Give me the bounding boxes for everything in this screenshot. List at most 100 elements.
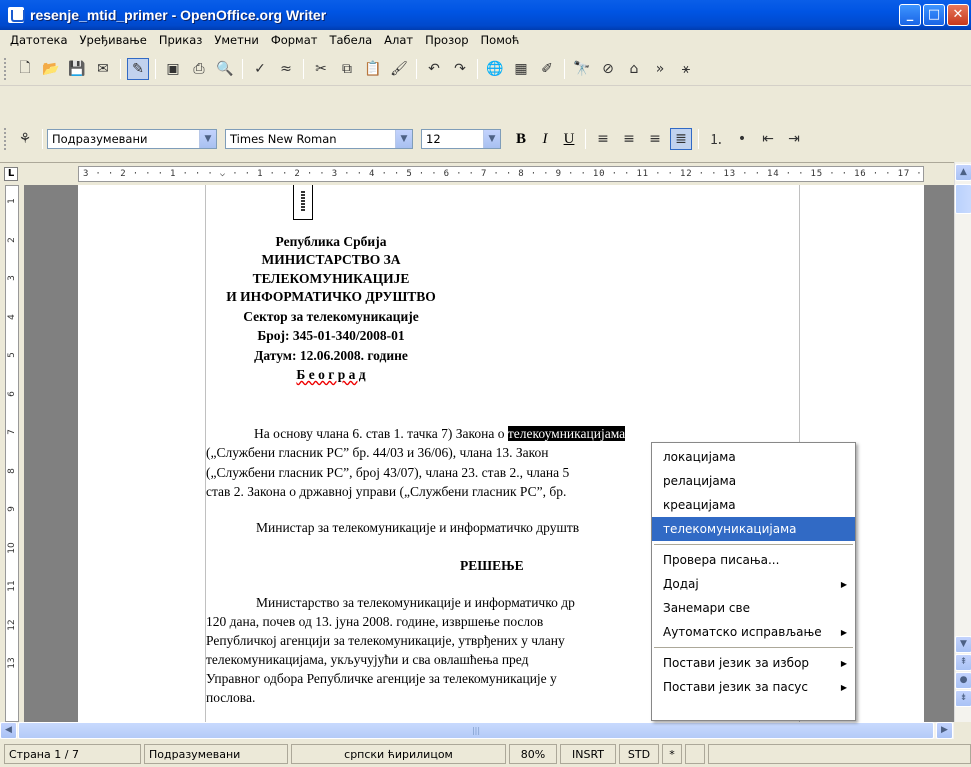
tab-stop-selector[interactable]: L — [4, 167, 18, 181]
page-style-indicator[interactable]: Подразумевани — [144, 744, 288, 764]
coat-of-arms-image[interactable] — [293, 185, 313, 220]
new-document-icon[interactable]: 🗋 — [14, 58, 36, 80]
maximize-button[interactable]: □ — [923, 4, 945, 26]
set-language-paragraph-item[interactable]: Постави језик за пасус ▶ — [652, 675, 855, 699]
font-name-select[interactable]: Times New Roman ▼ — [225, 129, 413, 149]
export-pdf-icon[interactable]: ▣ — [162, 58, 184, 80]
increase-indent-icon[interactable]: ⇥ — [783, 128, 805, 150]
digital-signature-indicator[interactable] — [685, 744, 705, 764]
paragraph-style-select[interactable]: Подразумевани ▼ — [47, 129, 217, 149]
open-folder-icon[interactable]: 📂 — [40, 58, 62, 80]
align-right-icon[interactable]: ≡ — [644, 128, 666, 150]
chevron-down-icon[interactable]: ▼ — [395, 130, 412, 148]
chevron-down-icon[interactable]: ▼ — [199, 130, 216, 148]
bold-button[interactable]: B — [509, 131, 533, 148]
cut-icon[interactable]: ✂ — [310, 58, 332, 80]
page-preview-icon[interactable]: 🔍 — [214, 58, 236, 80]
styles-formatting-icon[interactable]: ⚘ — [14, 128, 36, 150]
autocorrect-item[interactable]: Аутоматско исправљање ▶ — [652, 620, 855, 644]
print-icon[interactable]: ⎙ — [188, 58, 210, 80]
scroll-down-icon[interactable]: ▼ — [955, 636, 971, 653]
underline-button[interactable]: U — [557, 131, 581, 148]
email-icon[interactable]: ✉ — [92, 58, 114, 80]
header-line: Б е о г р а д — [296, 367, 366, 382]
edit-file-icon[interactable]: ✎ — [127, 57, 149, 80]
zoom-indicator[interactable]: 80% — [509, 744, 557, 764]
draw-functions-icon[interactable]: ✐ — [536, 58, 558, 80]
gallery-icon[interactable]: ⌂ — [623, 58, 645, 80]
chevron-down-icon[interactable]: ▼ — [483, 130, 500, 148]
vertical-scrollbar[interactable]: ▲ ▼ ⇞ ● ⇟ — [954, 162, 971, 722]
align-left-icon[interactable]: ≡ — [592, 128, 614, 150]
page-indicator[interactable]: Страна 1 / 7 — [4, 744, 141, 764]
undo-icon[interactable]: ↶ — [423, 58, 445, 80]
menu-file[interactable]: Датотека — [4, 33, 74, 47]
suggestion-item[interactable]: релацијама — [652, 469, 855, 493]
set-language-selection-item[interactable]: Постави језик за избор ▶ — [652, 651, 855, 675]
navigator-icon[interactable]: ⊘ — [597, 58, 619, 80]
menu-format[interactable]: Формат — [265, 33, 324, 47]
header-line: Датум: 12.06.2008. године — [254, 348, 408, 363]
paragraph-line: 120 дана, почев од 13. јуна 2008. године… — [206, 614, 544, 629]
find-toolbar-icon[interactable]: ⚹ — [675, 58, 697, 80]
spellcheck-icon[interactable]: ✓ — [249, 58, 271, 80]
menu-insert[interactable]: Уметни — [208, 33, 264, 47]
navigation-icon[interactable]: ● — [955, 672, 971, 689]
paragraph-line: став 2. Закона о државној управи („Служб… — [206, 484, 567, 499]
find-replace-icon[interactable]: 🔭 — [571, 58, 593, 80]
menu-view[interactable]: Приказ — [153, 33, 209, 47]
writer-app-icon[interactable] — [8, 7, 25, 23]
scroll-up-icon[interactable]: ▲ — [955, 164, 971, 181]
add-to-dictionary-item[interactable]: Додај ▶ — [652, 572, 855, 596]
language-indicator[interactable]: српски ћирилицом — [291, 744, 506, 764]
horizontal-scroll-thumb[interactable]: ||| — [18, 722, 934, 739]
toolbar-overflow-icon[interactable]: » — [649, 58, 671, 80]
menu-edit[interactable]: Уређивање — [74, 33, 153, 47]
horizontal-scrollbar[interactable]: ◀ ||| ▶ — [0, 722, 954, 739]
ignore-all-item[interactable]: Занемари све — [652, 596, 855, 620]
decrease-indent-icon[interactable]: ⇤ — [757, 128, 779, 150]
scroll-left-icon[interactable]: ◀ — [0, 722, 17, 739]
spellcheck-context-menu: локацијама релацијама креацијама телеком… — [651, 442, 856, 721]
bullets-icon[interactable]: • — [731, 128, 753, 150]
autospellcheck-icon[interactable]: ≈ — [275, 58, 297, 80]
numbering-icon[interactable]: ⒈ — [705, 128, 727, 150]
spellcheck-menu-item[interactable]: Провера писања... — [652, 548, 855, 572]
italic-button[interactable]: I — [533, 131, 557, 148]
suggestion-item[interactable]: локацијама — [652, 445, 855, 469]
suggestion-item-highlighted[interactable]: телекомуникацијама — [652, 517, 855, 541]
menu-bar: Датотека Уређивање Приказ Уметни Формат … — [0, 30, 971, 50]
insert-mode-indicator[interactable]: INSRT — [560, 744, 616, 764]
paste-icon[interactable]: 📋 — [362, 58, 384, 80]
copy-icon[interactable]: ⧉ — [336, 58, 358, 80]
next-page-icon[interactable]: ⇟ — [955, 690, 971, 707]
justify-icon[interactable]: ≣ — [670, 128, 692, 150]
vertical-ruler-tick: 11 — [7, 580, 17, 592]
font-name-value: Times New Roman — [230, 132, 337, 146]
hyperlink-icon[interactable]: 🌐 — [484, 58, 506, 80]
menu-table[interactable]: Табела — [323, 33, 378, 47]
minimize-button[interactable]: _ — [899, 4, 921, 26]
set-language-paragraph-label: Постави језик за пасус — [663, 680, 808, 694]
menu-window[interactable]: Прозор — [419, 33, 474, 47]
horizontal-ruler[interactable]: 3 · · 2 · · · 1 · · · ⌵ · · 1 · · 2 · · … — [78, 166, 924, 182]
table-icon[interactable]: ▦ — [510, 58, 532, 80]
previous-page-icon[interactable]: ⇞ — [955, 654, 971, 671]
vertical-ruler[interactable]: 1 2 3 4 5 6 7 8 9 10 11 12 13 — [0, 185, 24, 722]
save-icon[interactable]: 💾 — [66, 58, 88, 80]
vertical-scroll-thumb[interactable] — [955, 184, 971, 214]
suggestion-item[interactable]: креацијама — [652, 493, 855, 517]
font-size-select[interactable]: 12 ▼ — [421, 129, 501, 149]
scroll-right-icon[interactable]: ▶ — [936, 722, 953, 739]
misspelled-word[interactable]: телекоумникацијама — [507, 426, 626, 441]
selection-mode-indicator[interactable]: STD — [619, 744, 659, 764]
align-center-icon[interactable]: ≡ — [618, 128, 640, 150]
redo-icon[interactable]: ↷ — [449, 58, 471, 80]
toolbar-grip[interactable] — [4, 128, 8, 150]
menu-tools[interactable]: Алат — [378, 33, 419, 47]
close-button[interactable]: ✕ — [947, 4, 969, 26]
format-paintbrush-icon[interactable]: 🖌 — [388, 58, 410, 80]
vertical-ruler-tick: 4 — [7, 313, 17, 320]
toolbar-grip[interactable] — [4, 57, 8, 80]
menu-help[interactable]: Помоћ — [475, 33, 526, 47]
